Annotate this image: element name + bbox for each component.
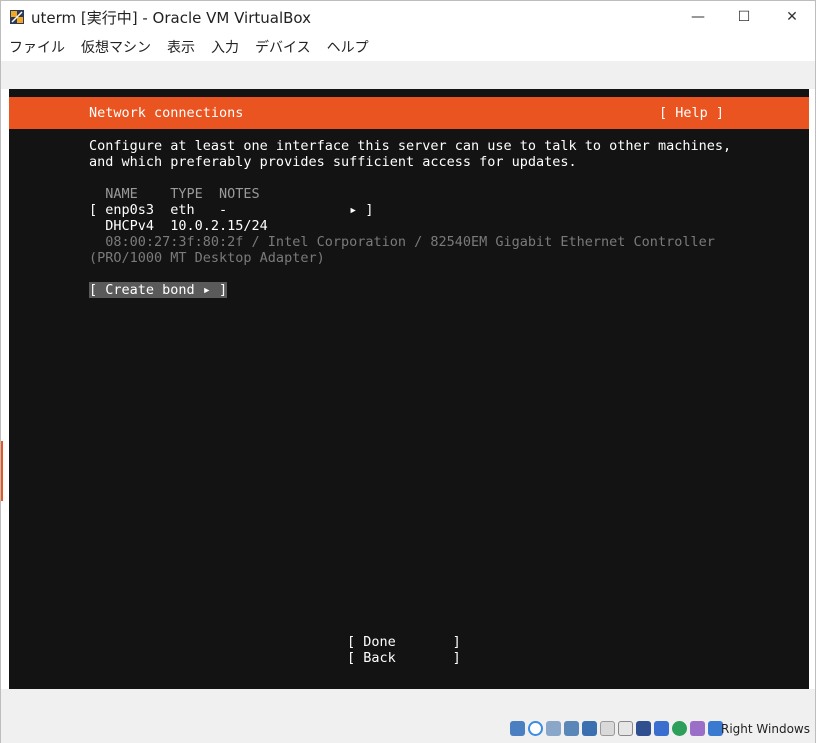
create-bond-button[interactable]: [ Create bond ▸ ] bbox=[89, 282, 228, 298]
maximize-icon: ☐ bbox=[737, 9, 751, 25]
description-line-1: Configure at least one interface this se… bbox=[89, 138, 732, 154]
left-accent-strip bbox=[1, 441, 3, 501]
usb-icon[interactable] bbox=[582, 721, 597, 736]
virtualbox-window: uterm [実行中] - Oracle VM VirtualBox — ☐ ✕… bbox=[0, 0, 816, 743]
close-button[interactable]: ✕ bbox=[769, 1, 815, 33]
cpu-icon[interactable] bbox=[672, 721, 687, 736]
menu-file[interactable]: ファイル bbox=[9, 37, 65, 57]
close-icon: ✕ bbox=[786, 9, 798, 25]
interface-row-enp0s3[interactable]: [ enp0s3 eth - ▸ ] bbox=[89, 202, 373, 218]
minimize-button[interactable]: — bbox=[675, 1, 721, 33]
status-bar: Right Windows bbox=[1, 717, 815, 743]
virtualbox-app-icon bbox=[10, 10, 24, 24]
audio-icon[interactable] bbox=[546, 721, 561, 736]
window-title: uterm [実行中] - Oracle VM VirtualBox bbox=[31, 9, 311, 27]
maximize-button[interactable]: ☐ bbox=[721, 1, 767, 33]
optical-drive-icon[interactable] bbox=[528, 721, 543, 736]
host-key-label: Right Windows bbox=[721, 722, 810, 736]
screen-top-margin bbox=[1, 61, 815, 89]
help-button[interactable]: [ Help ] bbox=[659, 105, 724, 121]
menu-input[interactable]: 入力 bbox=[211, 37, 239, 57]
network-icon[interactable] bbox=[564, 721, 579, 736]
minimize-icon: — bbox=[691, 9, 705, 25]
installer-title: Network connections bbox=[89, 105, 244, 121]
interface-detail-line-2: (PRO/1000 MT Desktop Adapter) bbox=[89, 250, 325, 266]
interface-dhcp-address: DHCPv4 10.0.2.15/24 bbox=[89, 218, 268, 234]
menu-bar: ファイル 仮想マシン 表示 入力 デバイス ヘルプ bbox=[1, 33, 815, 61]
title-bar[interactable]: uterm [実行中] - Oracle VM VirtualBox — ☐ ✕ bbox=[1, 1, 815, 33]
hard-disk-icon[interactable] bbox=[510, 721, 525, 736]
done-button[interactable]: [ Done ] bbox=[347, 634, 461, 650]
menu-help[interactable]: ヘルプ bbox=[327, 37, 369, 57]
mouse-integration-icon[interactable] bbox=[654, 721, 669, 736]
menu-view[interactable]: 表示 bbox=[167, 37, 195, 57]
video-capture-icon[interactable] bbox=[636, 721, 651, 736]
status-icons bbox=[510, 721, 723, 736]
installer-header: Network connections [ Help ] bbox=[9, 97, 809, 129]
display-icon[interactable] bbox=[618, 721, 633, 736]
recording-icon[interactable] bbox=[690, 721, 705, 736]
description-line-2: and which preferably provides sufficient… bbox=[89, 154, 577, 170]
interface-columns-header: NAME TYPE NOTES bbox=[89, 186, 260, 202]
back-button[interactable]: [ Back ] bbox=[347, 650, 461, 666]
interface-detail-line-1: 08:00:27:3f:80:2f / Intel Corporation / … bbox=[89, 234, 715, 250]
menu-devices[interactable]: デバイス bbox=[255, 37, 311, 57]
vm-screen[interactable]: Network connections [ Help ] Configure a… bbox=[9, 89, 809, 689]
menu-machine[interactable]: 仮想マシン bbox=[81, 37, 151, 57]
shared-folders-icon[interactable] bbox=[600, 721, 615, 736]
